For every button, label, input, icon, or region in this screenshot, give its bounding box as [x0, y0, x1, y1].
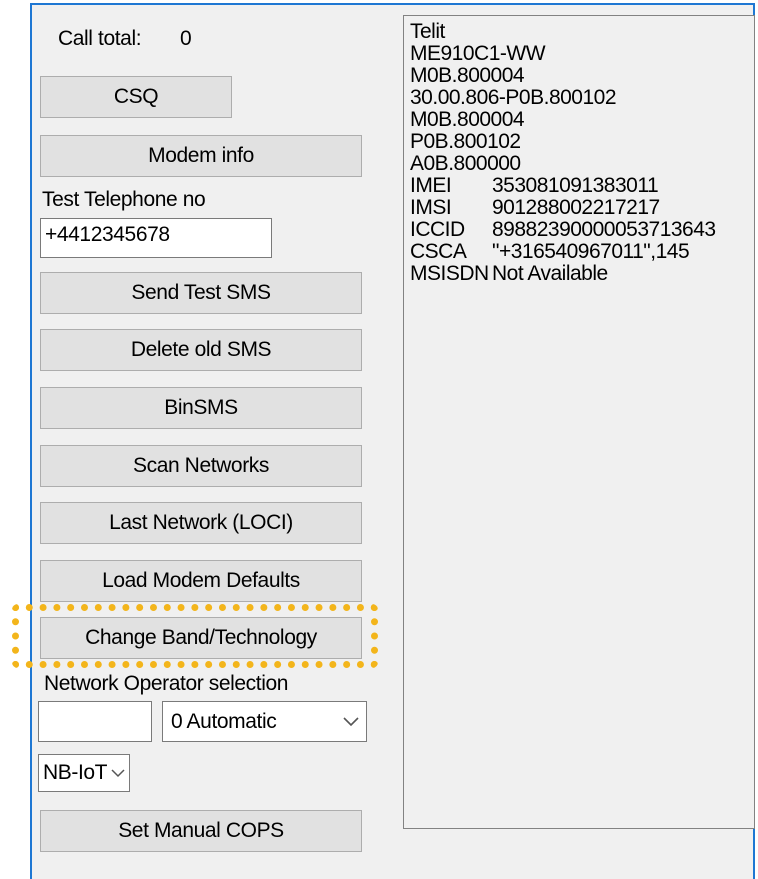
csq-button[interactable]: CSQ — [40, 76, 232, 118]
operator-mode-select[interactable]: 0 Automatic — [162, 701, 367, 742]
delete-old-sms-button[interactable]: Delete old SMS — [40, 329, 362, 371]
call-total-label: Call total: — [58, 27, 142, 50]
modem-info-output[interactable]: Telit ME910C1-WW M0B.800004 30.00.806-P0… — [403, 15, 755, 829]
output-line: Telit — [410, 20, 445, 43]
field-value: Not Available — [492, 262, 608, 285]
call-total-value: 0 — [180, 27, 192, 50]
output-field-imsi: IMSI 901288002217217 — [410, 197, 748, 219]
field-key: IMSI — [410, 196, 452, 219]
send-test-sms-button[interactable]: Send Test SMS — [40, 272, 362, 314]
binsms-button[interactable]: BinSMS — [40, 387, 362, 429]
field-value: "+316540967011",145 — [492, 240, 690, 263]
chevron-down-icon — [336, 716, 366, 727]
output-line: M0B.800004 — [410, 64, 525, 87]
output-field-iccid: ICCID 89882390000053713643 — [410, 219, 748, 241]
output-field-msisdn: MSISDN Not Available — [410, 263, 748, 285]
chevron-down-icon — [107, 768, 129, 778]
output-line: ME910C1-WW — [410, 42, 546, 65]
output-line: M0B.800004 — [410, 108, 525, 131]
test-telephone-input[interactable]: +4412345678 — [40, 218, 272, 258]
load-modem-defaults-button[interactable]: Load Modem Defaults — [40, 560, 362, 602]
field-value: 353081091383011 — [492, 174, 659, 197]
output-field-imei: IMEI 353081091383011 — [410, 175, 748, 197]
field-key: ICCID — [410, 218, 465, 241]
output-field-csca: CSCA "+316540967011",145 — [410, 241, 748, 263]
field-value: 901288002217217 — [492, 196, 660, 219]
operator-code-input[interactable] — [38, 701, 152, 742]
modem-info-button[interactable]: Modem info — [40, 135, 362, 177]
output-line: 30.00.806-P0B.800102 — [410, 86, 617, 109]
set-manual-cops-button[interactable]: Set Manual COPS — [40, 810, 362, 852]
operator-mode-value: 0 Automatic — [171, 709, 277, 733]
output-line: A0B.800000 — [410, 152, 521, 175]
change-band-technology-button[interactable]: Change Band/Technology — [40, 617, 362, 659]
field-key: CSCA — [410, 240, 467, 263]
test-telephone-label: Test Telephone no — [42, 188, 206, 211]
field-key: IMEI — [410, 174, 452, 197]
technology-value: NB-IoT — [43, 761, 108, 784]
last-network-button[interactable]: Last Network (LOCI) — [40, 502, 362, 544]
scan-networks-button[interactable]: Scan Networks — [40, 445, 362, 487]
field-key: MSISDN — [410, 262, 489, 285]
technology-select[interactable]: NB-IoT — [38, 754, 130, 792]
network-operator-label: Network Operator selection — [44, 672, 289, 695]
output-line: P0B.800102 — [410, 130, 521, 153]
field-value: 89882390000053713643 — [492, 218, 716, 241]
